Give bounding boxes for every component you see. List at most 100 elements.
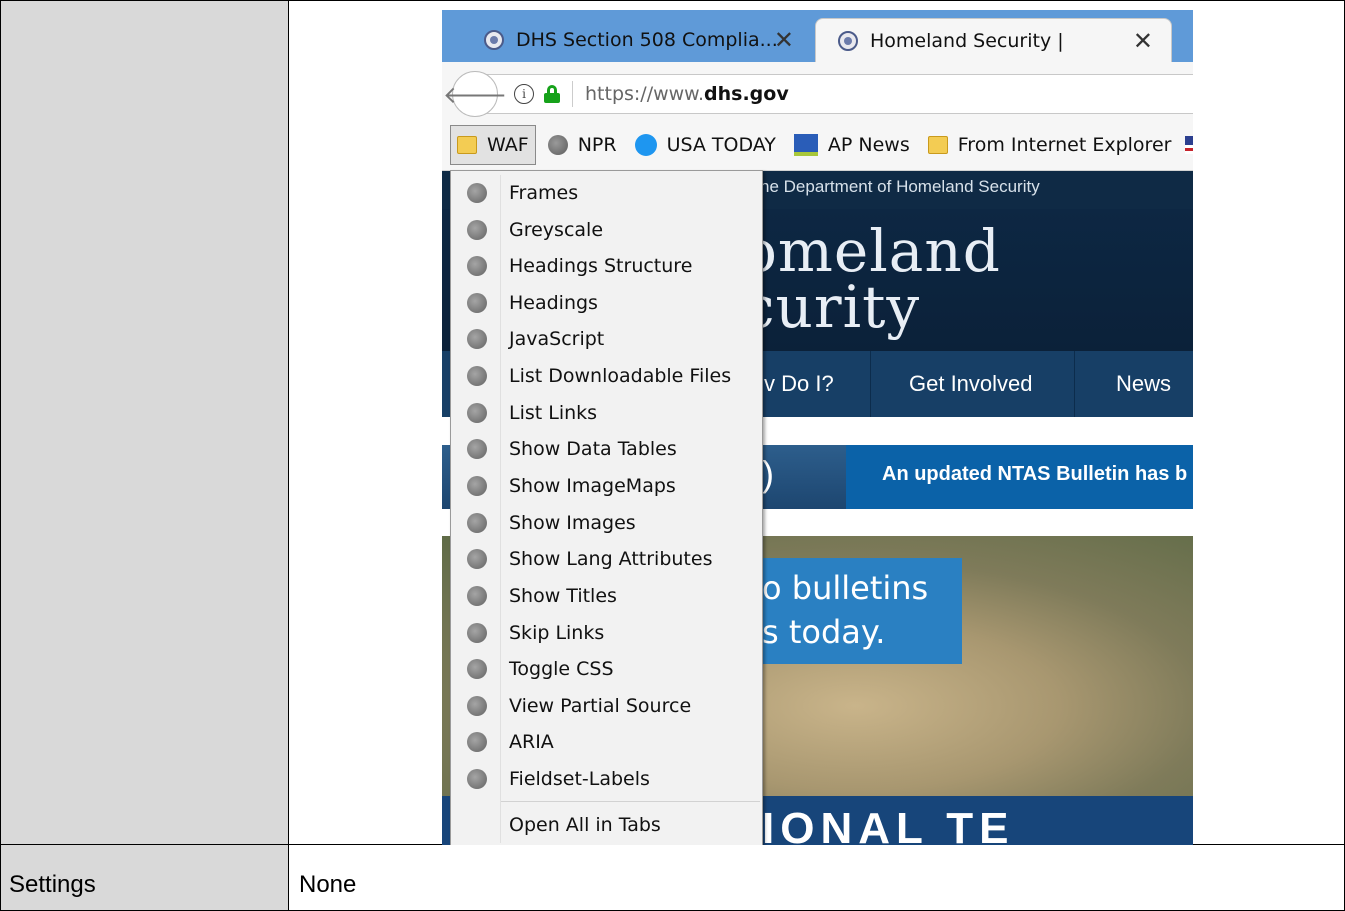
menu-item-toggle-css[interactable]: Toggle CSS xyxy=(451,651,762,687)
globe-icon xyxy=(547,135,568,155)
globe-icon xyxy=(467,549,487,569)
menu-item-label: Toggle CSS xyxy=(509,658,614,680)
back-button[interactable]: 🡐 xyxy=(443,71,507,117)
ntas-alert-link[interactable]: An updated NTAS Bulletin has b xyxy=(846,445,1193,509)
bookmark-npr[interactable]: NPR xyxy=(542,126,623,164)
url-field[interactable]: i https://www.dhs.gov xyxy=(484,74,1193,114)
url-domain: dhs.gov xyxy=(704,83,789,105)
close-icon[interactable]: ✕ xyxy=(1133,27,1153,55)
globe-icon xyxy=(467,220,487,240)
menu-item-headings-structure[interactable]: Headings Structure xyxy=(451,248,762,284)
globe-icon xyxy=(467,586,487,606)
hero-caption-line1: o bulletins xyxy=(762,569,929,607)
ntas-alert-left-text: ) xyxy=(762,453,774,494)
menu-item-label: Show Titles xyxy=(509,585,617,607)
table-cell-settings-label: Settings xyxy=(0,845,289,911)
menu-item-show-titles[interactable]: Show Titles xyxy=(451,578,762,614)
menu-separator xyxy=(501,801,760,802)
close-icon[interactable]: ✕ xyxy=(774,26,794,54)
navigation-bar: i https://www.dhs.gov 🡐 xyxy=(442,62,1193,120)
menu-item-view-partial-source[interactable]: View Partial Source xyxy=(451,688,762,724)
bookmark-label: NPR xyxy=(577,134,617,156)
menu-item-label: Skip Links xyxy=(509,622,605,644)
tab-bar: DHS Section 508 Complia... ✕ Homeland Se… xyxy=(442,10,1193,63)
bookmarks-toolbar: WAF NPR USA TODAY AP News From Internet … xyxy=(442,120,1193,171)
menu-item-skip-links[interactable]: Skip Links xyxy=(451,615,762,651)
globe-icon xyxy=(467,623,487,643)
tab-dhs-section-508[interactable]: DHS Section 508 Complia... ✕ xyxy=(442,18,812,62)
site-title[interactable]: omeland curity xyxy=(742,217,1001,341)
us-flag-icon[interactable] xyxy=(1185,136,1193,154)
menu-item-label: JavaScript xyxy=(509,328,605,350)
menu-item-label: ARIA xyxy=(509,731,554,753)
nav-get-involved[interactable]: Get Involved xyxy=(909,351,1033,417)
globe-icon xyxy=(467,439,487,459)
menu-item-label: Open All in Tabs xyxy=(509,814,661,836)
tab-title: DHS Section 508 Complia... xyxy=(516,29,778,51)
url-text[interactable]: https://www.dhs.gov xyxy=(585,83,789,105)
dhs-seal-icon xyxy=(484,30,504,50)
menu-item-frames[interactable]: Frames xyxy=(451,175,762,211)
menu-item-show-images[interactable]: Show Images xyxy=(451,505,762,541)
menu-item-javascript[interactable]: JavaScript xyxy=(451,321,762,357)
globe-icon xyxy=(467,403,487,423)
site-topbar-text: he Department of Homeland Security xyxy=(760,177,1040,196)
menu-item-greyscale[interactable]: Greyscale xyxy=(451,212,762,248)
site-title-line2: curity xyxy=(742,273,921,341)
bookmark-usa-today[interactable]: USA TODAY xyxy=(629,126,782,164)
hero-bottom-text: IONAL TE xyxy=(762,804,1015,845)
globe-icon xyxy=(467,366,487,386)
menu-item-label: List Downloadable Files xyxy=(509,365,732,387)
tab-title: Homeland Security | xyxy=(870,30,1064,52)
menu-item-show-lang-attributes[interactable]: Show Lang Attributes xyxy=(451,541,762,577)
table-cell-settings-value: None xyxy=(289,845,1345,911)
menu-item-label: Headings Structure xyxy=(509,255,693,277)
lock-icon[interactable] xyxy=(544,85,560,103)
bookmark-label: WAF xyxy=(487,134,529,156)
bookmark-label: AP News xyxy=(827,134,910,156)
tab-homeland-security[interactable]: Homeland Security | ✕ xyxy=(815,18,1172,63)
menu-item-headings[interactable]: Headings xyxy=(451,285,762,321)
hero-caption: o bulletins s today. xyxy=(762,566,928,654)
globe-icon xyxy=(467,659,487,679)
browser-screenshot: DHS Section 508 Complia... ✕ Homeland Se… xyxy=(442,10,1193,845)
bookmark-label: From Internet Explorer xyxy=(957,134,1172,156)
menu-item-label: Headings xyxy=(509,292,598,314)
globe-icon xyxy=(467,256,487,276)
globe-icon xyxy=(467,769,487,789)
folder-icon xyxy=(457,136,477,154)
back-arrow-icon: 🡐 xyxy=(442,80,508,109)
dhs-seal-icon xyxy=(838,31,858,51)
globe-icon xyxy=(467,293,487,313)
menu-item-label: View Partial Source xyxy=(509,695,692,717)
menu-item-list-links[interactable]: List Links xyxy=(451,395,762,431)
settings-label: Settings xyxy=(9,871,96,898)
menu-item-label: Frames xyxy=(509,182,579,204)
menu-item-open-all-in-tabs[interactable]: Open All in Tabs xyxy=(451,807,762,843)
globe-icon xyxy=(467,329,487,349)
globe-icon xyxy=(467,696,487,716)
site-title-line1: omeland xyxy=(742,217,1001,285)
bookmark-waf-folder[interactable]: WAF xyxy=(450,125,536,165)
menu-item-list-downloadable-files[interactable]: List Downloadable Files xyxy=(451,358,762,394)
hero-caption-line2: s today. xyxy=(762,613,886,651)
url-separator xyxy=(572,81,573,107)
menu-item-aria[interactable]: ARIA xyxy=(451,724,762,760)
bookmark-ap-news[interactable]: AP News xyxy=(788,126,916,164)
menu-item-label: List Links xyxy=(509,402,598,424)
globe-icon xyxy=(467,183,487,203)
menu-item-label: Show ImageMaps xyxy=(509,475,676,497)
globe-icon xyxy=(467,476,487,496)
menu-item-label: Greyscale xyxy=(509,219,604,241)
nav-how-do-i[interactable]: v Do I? xyxy=(764,351,834,417)
settings-value: None xyxy=(299,871,357,898)
bookmark-label: USA TODAY xyxy=(666,134,776,156)
nav-divider xyxy=(1074,351,1075,417)
nav-news[interactable]: News xyxy=(1116,351,1171,417)
menu-item-show-imagemaps[interactable]: Show ImageMaps xyxy=(451,468,762,504)
info-icon[interactable]: i xyxy=(514,84,534,104)
globe-icon xyxy=(467,513,487,533)
menu-item-fieldset-labels[interactable]: Fieldset-Labels xyxy=(451,761,762,797)
bookmark-from-internet-explorer[interactable]: From Internet Explorer xyxy=(922,126,1193,164)
menu-item-show-data-tables[interactable]: Show Data Tables xyxy=(451,431,762,467)
